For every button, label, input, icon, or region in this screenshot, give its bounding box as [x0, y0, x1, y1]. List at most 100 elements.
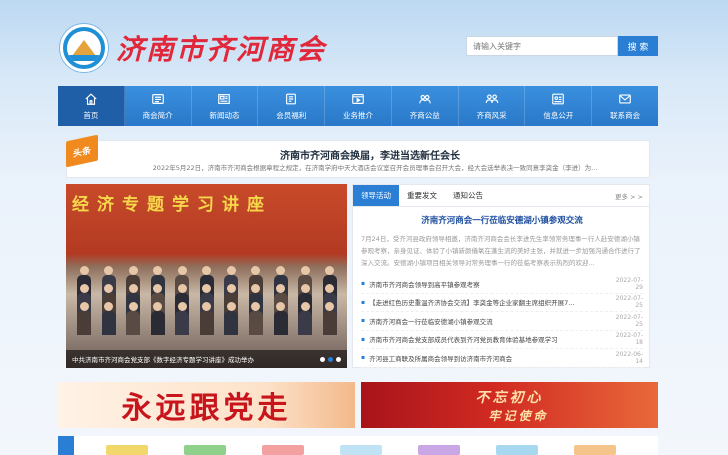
- page: 济南市齐河商会 搜 索 首页 商会简介 新闻动态 会员福利 业务推介 齐商公益: [0, 0, 728, 455]
- bullet-icon: ▪: [361, 280, 366, 288]
- news-date: 2022-07-18: [615, 332, 643, 347]
- video-icon: [352, 93, 364, 104]
- search-button[interactable]: 搜 索: [618, 36, 658, 56]
- feature-summary: 7月24日，受齐河县政府领导相邀，济南齐河商会会长李进先生率领常务理事一行人赴安…: [361, 235, 641, 267]
- news-date: 2022-07-25: [615, 295, 643, 310]
- nav-item-news[interactable]: 新闻动态: [192, 86, 259, 126]
- ad-banner-text: 永远跟党走: [121, 391, 292, 426]
- person-body: [199, 311, 214, 335]
- nav-item-intro[interactable]: 商会简介: [125, 86, 192, 126]
- people-icon: [485, 93, 498, 103]
- nav-item-style[interactable]: 齐商风采: [459, 86, 526, 126]
- quick-link-tile[interactable]: [184, 445, 226, 455]
- news-date: 2022-07-29: [615, 276, 643, 291]
- slider-dot[interactable]: [320, 357, 325, 362]
- person-head: [153, 284, 163, 293]
- photo-person: [199, 302, 214, 336]
- person-head: [104, 266, 114, 275]
- nav-label: 业务推介: [343, 110, 374, 120]
- list-item[interactable]: ▪ 济南齐河商会一行莅临安德湖小镇参观交流 2022-07-25: [361, 312, 643, 331]
- quick-link-tile[interactable]: [262, 445, 304, 455]
- group-icon: [418, 94, 431, 103]
- news-list: ▪ 济南市齐河商会领导到高平镇参观考察 2022-07-29 ▪ 【走进红色历史重温齐…: [361, 275, 643, 368]
- person-head: [276, 266, 286, 275]
- news-tabs: 领导活动 重要发文 通知公告 更多 > >: [353, 185, 649, 207]
- person-head: [325, 284, 335, 293]
- section-label: [58, 436, 74, 455]
- feature-title[interactable]: 济南齐河商会一行莅临安德湖小镇参观交流: [363, 214, 641, 226]
- ad-banner-line2: 牢记使命: [488, 408, 549, 423]
- quick-link-tile[interactable]: [340, 445, 382, 455]
- person-head: [128, 302, 138, 311]
- more-link[interactable]: 更多 > >: [615, 185, 649, 206]
- nav-label: 会员福利: [276, 110, 307, 120]
- nav-item-business[interactable]: 业务推介: [325, 86, 392, 126]
- nav-item-contact[interactable]: 联系商会: [592, 86, 658, 126]
- headline-title[interactable]: 济南市齐河商会换届，李进当选新任会长: [110, 147, 630, 162]
- tab-documents[interactable]: 重要发文: [399, 185, 445, 206]
- ad-banner-line1: 不忘初心: [475, 389, 544, 406]
- slider-dot[interactable]: [336, 357, 341, 362]
- search-input[interactable]: [466, 36, 618, 56]
- quick-link-tile[interactable]: [496, 445, 538, 455]
- nav-item-charity[interactable]: 齐商公益: [392, 86, 459, 126]
- news-title: 济南市齐河商会领导到高平镇参观考察: [369, 280, 480, 289]
- logo-seal-icon[interactable]: [60, 24, 108, 72]
- person-body: [150, 311, 165, 335]
- tab-leadership[interactable]: 领导活动: [353, 185, 399, 206]
- list-item[interactable]: ▪ 济南市齐河商会党支部成员代表到齐河党员教育体验基地参观学习 2022-07-18: [361, 331, 643, 349]
- bullet-icon: ▪: [361, 354, 366, 362]
- person-head: [128, 266, 138, 275]
- nav-item-info[interactable]: 信息公开: [525, 86, 593, 126]
- person-head: [300, 284, 310, 293]
- nav-label: 首页: [83, 110, 99, 120]
- slide-caption[interactable]: 中共济南市齐河商会党支部《数字经济专题学习讲座》成功举办: [66, 350, 347, 368]
- person-head: [79, 266, 89, 275]
- nav-label: 齐商公益: [409, 110, 440, 120]
- person-head: [276, 302, 286, 311]
- news-date: 2022-06-14: [615, 350, 643, 365]
- news-title: 【走进红色历史重温齐济协会交流】李䶮金等企业家翻主席组织开展7...: [369, 299, 575, 308]
- quick-link-tile[interactable]: [418, 445, 460, 455]
- person-head: [226, 266, 236, 275]
- mail-icon: [619, 93, 631, 104]
- slider-dot-active[interactable]: [328, 357, 333, 362]
- home-icon: [85, 92, 97, 105]
- bottom-section: [58, 436, 658, 455]
- person-head: [79, 302, 89, 311]
- quick-link-tile[interactable]: [574, 445, 616, 455]
- news-date: 2022-07-25: [615, 313, 643, 328]
- person-head: [202, 302, 212, 311]
- list-item[interactable]: ▪ 齐河县工商联及所属商会领导到访济南市齐河商会 2022-06-14: [361, 349, 643, 368]
- person-head: [300, 302, 310, 311]
- list-item[interactable]: ▪ 【走进红色历史重温齐济协会交流】李䶮金等企业家翻主席组织开展7... 2022-…: [361, 294, 643, 312]
- news-title: 齐河县工商联及所属商会领导到访济南市齐河商会: [369, 354, 513, 363]
- nav-item-home[interactable]: 首页: [58, 86, 125, 126]
- person-head: [177, 302, 187, 311]
- person-body: [273, 311, 288, 335]
- photo-person: [126, 302, 141, 336]
- info-icon: [552, 93, 565, 104]
- photo-person: [322, 302, 337, 336]
- list-item[interactable]: ▪ 济南市齐河商会领导到高平镇参观考察 2022-07-29: [361, 275, 643, 294]
- person-head: [128, 284, 138, 293]
- nav-item-benefit[interactable]: 会员福利: [258, 86, 326, 126]
- news-title: 济南齐河商会一行莅临安德湖小镇参观交流: [369, 317, 493, 326]
- person-head: [226, 302, 236, 311]
- quick-link-tile[interactable]: [106, 445, 148, 455]
- photo-people-front: [72, 302, 342, 336]
- benefit-icon: [286, 93, 297, 104]
- photo-person: [273, 302, 288, 336]
- bullet-icon: ▪: [361, 298, 366, 306]
- person-body: [175, 311, 190, 335]
- person-head: [251, 266, 261, 275]
- tab-notices[interactable]: 通知公告: [445, 185, 491, 206]
- person-head: [177, 284, 187, 293]
- ad-banner-mission[interactable]: 不忘初心 牢记使命: [361, 382, 658, 428]
- person-body: [77, 311, 92, 335]
- person-head: [226, 284, 236, 293]
- photo-slider[interactable]: 经济专题学习讲座 中共济南市齐河商会党支部《数字经济专题学习讲座》成功举办: [66, 184, 347, 368]
- site-name[interactable]: 济南市齐河商会: [116, 28, 326, 68]
- person-head: [251, 284, 261, 293]
- ad-banner-party[interactable]: 永远跟党走: [58, 382, 355, 428]
